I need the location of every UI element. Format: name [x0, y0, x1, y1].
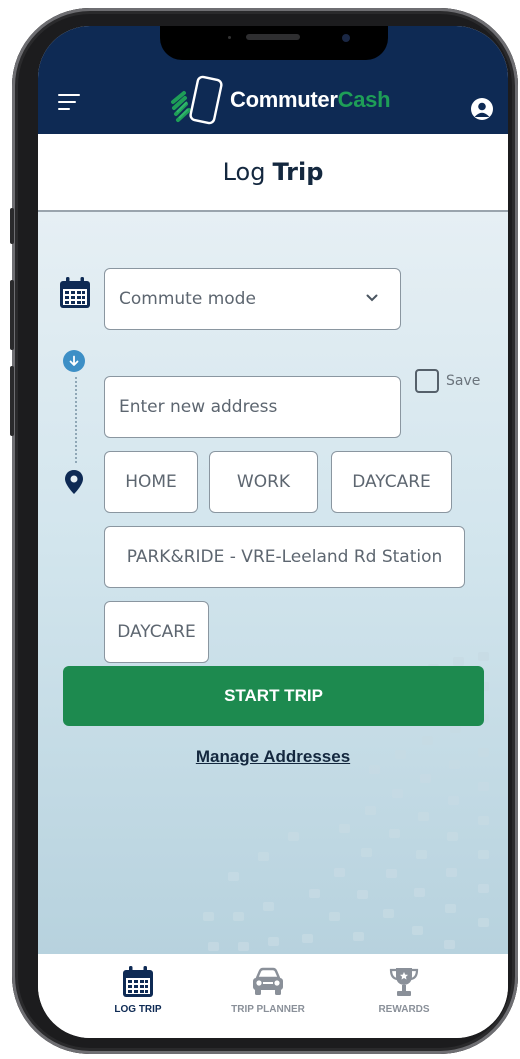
commute-mode-select[interactable]: Commute mode: [104, 268, 401, 330]
tab-label-log-trip: LOG TRIP: [114, 1004, 162, 1015]
front-camera: [342, 34, 350, 42]
side-button: [10, 208, 14, 244]
speaker-grille: [246, 34, 300, 40]
phone-cash-icon: [171, 75, 223, 125]
page-title-regular: Log: [222, 158, 266, 186]
address-chip-home[interactable]: HOME: [104, 451, 198, 513]
save-checkbox-label: Save: [446, 373, 481, 389]
start-trip-button[interactable]: START TRIP: [63, 666, 484, 726]
address-chip-park-ride[interactable]: PARK&RIDE - VRE-Leeland Rd Station: [104, 526, 465, 588]
page-title-bold: Trip: [272, 158, 324, 186]
log-trip-form: Commute mode Enter new address Save HOME…: [38, 212, 508, 954]
bottom-tab-bar: LOG TRIP TRIP PLANNER REWARDS: [38, 954, 508, 1038]
manage-addresses-link[interactable]: Manage Addresses: [38, 747, 508, 767]
profile-icon[interactable]: [471, 98, 493, 120]
address-input-placeholder: Enter new address: [119, 397, 278, 417]
address-chip-daycare[interactable]: DAYCARE: [331, 451, 452, 513]
location-pin-icon: [65, 470, 83, 494]
tab-rewards[interactable]: REWARDS: [334, 966, 474, 1015]
save-address-checkbox[interactable]: [415, 369, 439, 393]
calendar-icon: [60, 277, 90, 308]
calendar-icon: [123, 966, 153, 997]
menu-icon[interactable]: [58, 94, 80, 112]
tab-label-rewards: REWARDS: [378, 1004, 430, 1015]
commute-mode-placeholder: Commute mode: [119, 289, 256, 309]
tab-log-trip[interactable]: LOG TRIP: [68, 966, 208, 1015]
tab-label-trip-planner: TRIP PLANNER: [231, 1004, 305, 1015]
side-button: [10, 280, 14, 350]
app-screen: CommuterCash Log Trip Commute mode Enter…: [38, 26, 508, 1038]
app-logo: CommuterCash: [170, 74, 391, 126]
trophy-icon: [389, 968, 419, 996]
page-title: Log Trip: [38, 134, 508, 212]
origin-arrow-icon: [63, 350, 85, 372]
chevron-down-icon: [366, 294, 378, 302]
address-chip-work[interactable]: WORK: [209, 451, 318, 513]
side-button: [10, 366, 14, 436]
address-chip-daycare-2[interactable]: DAYCARE: [104, 601, 209, 663]
address-input[interactable]: Enter new address: [104, 376, 401, 438]
route-connector-line: [75, 377, 77, 463]
device-notch: [160, 26, 388, 60]
app-logo-text: CommuterCash: [230, 87, 391, 112]
car-icon: [253, 967, 283, 995]
tab-trip-planner[interactable]: TRIP PLANNER: [198, 966, 338, 1015]
